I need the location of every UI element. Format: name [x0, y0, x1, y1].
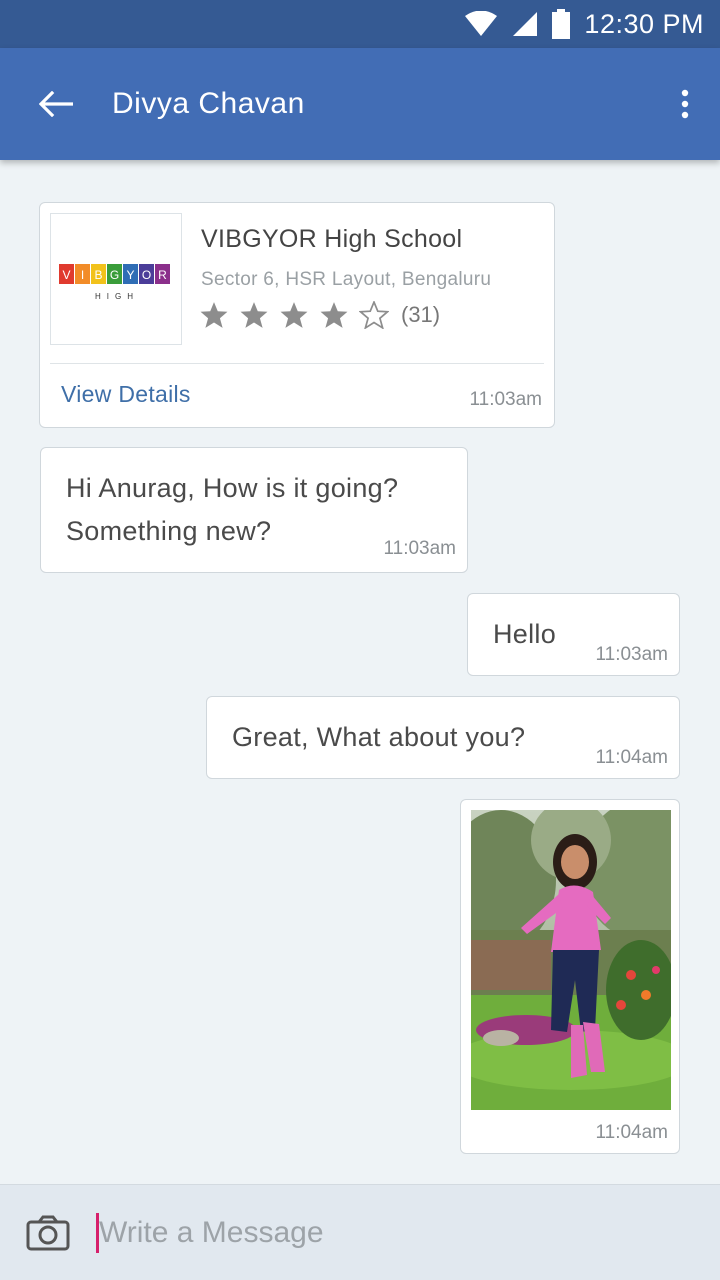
logo-letter: G	[110, 268, 119, 282]
logo-letter: Y	[126, 268, 134, 282]
divider	[50, 363, 544, 364]
school-logo: V I B G Y O R HIGH	[50, 213, 182, 345]
school-card[interactable]: V I B G Y O R HIGH VIBGYOR High School Sector 6…	[39, 202, 555, 428]
school-name: VIBGYOR High School	[201, 225, 463, 253]
message-text: Great, What about you?	[232, 722, 526, 752]
star-filled-icon	[280, 302, 308, 328]
more-options-button[interactable]	[650, 48, 720, 160]
vibgyor-logo-icon: V I B G Y O R HIGH	[59, 264, 170, 301]
logo-subtext: HIGH	[95, 292, 139, 301]
star-rating: (31)	[199, 301, 440, 329]
message-time: 11:03am	[469, 389, 542, 410]
rating-count: (31)	[401, 302, 441, 327]
status-time: 12:30 PM	[584, 8, 704, 39]
logo-letter: O	[142, 268, 151, 282]
cell-signal-icon	[513, 12, 538, 36]
camera-icon	[26, 1215, 70, 1251]
message-line: Hi Anurag, How is it going?	[66, 473, 399, 503]
shared-photo[interactable]	[471, 810, 671, 1110]
wifi-icon	[465, 11, 498, 36]
star-filled-icon	[320, 302, 348, 328]
arrow-back-icon	[39, 91, 73, 117]
logo-letter: I	[81, 268, 84, 282]
message-time: 11:04am	[595, 747, 668, 768]
battery-icon	[552, 9, 571, 39]
message-time: 11:04am	[595, 1122, 668, 1143]
logo-letter: B	[94, 268, 102, 282]
message-line: Something new?	[66, 516, 272, 546]
view-details-link[interactable]: View Details	[61, 381, 191, 408]
star-filled-icon	[200, 302, 228, 328]
outgoing-message-bubble[interactable]: Hello 11:03am	[467, 593, 680, 676]
outgoing-image-bubble[interactable]: 11:04am	[460, 799, 680, 1154]
message-text: Hi Anurag, How is it going? Something ne…	[66, 467, 398, 553]
message-time: 11:03am	[595, 644, 668, 665]
message-text: Hello	[493, 619, 557, 649]
back-button[interactable]	[0, 48, 112, 160]
camera-button[interactable]	[26, 1215, 70, 1251]
page-title: Divya Chavan	[112, 87, 305, 120]
status-bar: 12:30 PM	[0, 0, 720, 48]
more-vert-icon	[681, 89, 689, 119]
incoming-message-bubble[interactable]: Hi Anurag, How is it going? Something ne…	[40, 447, 468, 573]
outgoing-message-bubble[interactable]: Great, What about you? 11:04am	[206, 696, 680, 779]
logo-letter: V	[62, 268, 70, 282]
school-address: Sector 6, HSR Layout, Bengaluru	[201, 269, 492, 290]
star-filled-icon	[240, 302, 268, 328]
message-input[interactable]	[99, 1205, 699, 1261]
star-empty-icon	[359, 301, 389, 329]
message-composer	[0, 1184, 720, 1280]
app-bar: Divya Chavan	[0, 48, 720, 160]
message-time: 11:03am	[383, 538, 456, 559]
logo-letter: R	[158, 268, 167, 282]
